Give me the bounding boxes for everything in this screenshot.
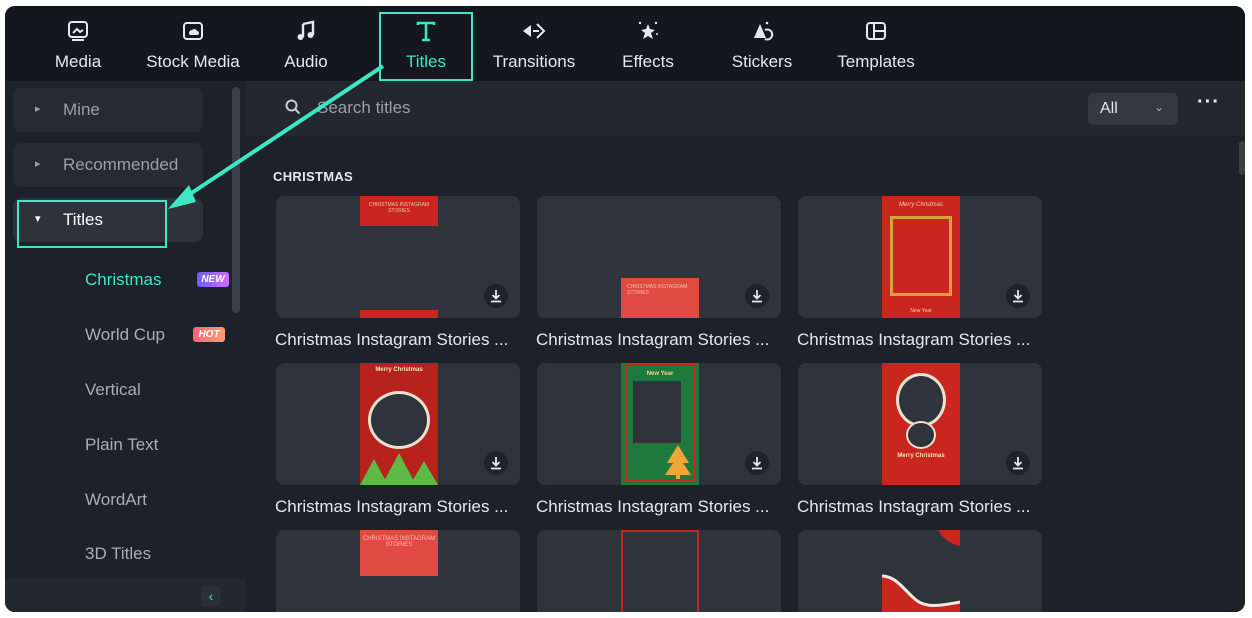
search-icon (285, 99, 301, 120)
tab-effects[interactable]: Effects (617, 6, 679, 81)
download-icon[interactable] (1006, 451, 1030, 475)
sidebar-scrollbar[interactable] (232, 87, 240, 313)
card-title: Christmas Instagram Stories ... (275, 330, 509, 349)
title-card[interactable] (798, 530, 1042, 612)
title-card[interactable]: Merry Christmas (798, 363, 1042, 485)
thumbnail-text: CHRISTMAS INSTAGRAM STORIES (627, 284, 688, 296)
section-title: CHRISTMAS (273, 169, 353, 184)
sidebar-group-label: Mine (63, 100, 100, 119)
sidebar-item-plain-text[interactable]: Plain Text (85, 435, 158, 455)
top-toolbar: Media Stock Media Audio Titles Transitio… (5, 6, 1245, 81)
sidebar-group-label: Recommended (63, 155, 179, 174)
sidebar-item-world-cup[interactable]: World Cup (85, 325, 165, 345)
title-card[interactable]: Merry Christmas New Year (798, 196, 1042, 318)
thumbnail-circle-frame (906, 421, 936, 449)
tab-media-label: Media (54, 52, 102, 71)
category-sidebar: ▸ Mine ▸ Recommended ▾ Titles Christmas … (5, 81, 245, 612)
thumbnail-graphic: New Year (621, 363, 699, 485)
title-card[interactable]: Merry Christmas (276, 363, 520, 485)
thumbnail-circle-frame (896, 373, 946, 427)
card-title: Christmas Instagram Stories ... (536, 330, 770, 349)
filter-dropdown[interactable]: All ⌄ (1088, 93, 1178, 125)
tab-stickers[interactable]: Stickers (729, 6, 795, 81)
templates-icon (833, 18, 919, 44)
thumbnail-graphic: Merry Christmas New Year (882, 196, 960, 318)
title-card[interactable]: CHRISTMAS INSTAGRAM STORIES (276, 530, 520, 612)
thumbnail-graphic: Merry Christmas (882, 363, 960, 485)
tab-stock-media-label: Stock Media (146, 52, 240, 71)
tab-audio-label: Audio (284, 52, 328, 71)
thumbnail-graphic: CHRISTMAS INSTAGRAM STORIES (621, 278, 699, 318)
card-title: Christmas Instagram Stories ... (536, 497, 770, 516)
app-window: Media Stock Media Audio Titles Transitio… (5, 6, 1245, 612)
content-scrollbar[interactable] (1239, 141, 1245, 175)
tree-icon (360, 453, 438, 485)
tab-transitions-label: Transitions (492, 52, 576, 71)
tab-audio[interactable]: Audio (279, 6, 333, 81)
titles-browser: All ⌄ ··· CHRISTMAS CHRISTMAS INSTAGRAM … (245, 81, 1245, 612)
sidebar-item-wordart[interactable]: WordArt (85, 490, 147, 510)
tab-transitions[interactable]: Transitions (489, 6, 579, 81)
tab-stock-media[interactable]: Stock Media (141, 6, 245, 81)
tab-titles[interactable]: Titles (379, 6, 473, 81)
stickers-icon (729, 18, 795, 44)
music-note-icon (279, 18, 333, 44)
tab-templates[interactable]: Templates (833, 6, 919, 81)
effects-star-icon (617, 18, 679, 44)
collapse-sidebar-button[interactable]: ‹ (201, 586, 221, 606)
download-icon[interactable] (484, 451, 508, 475)
card-title: Christmas Instagram Stories ... (275, 497, 509, 516)
media-icon (53, 18, 103, 44)
tab-templates-label: Templates (837, 52, 915, 71)
thumbnail-graphic (360, 310, 438, 318)
title-card[interactable]: CHRISTMAS INSTAGRAM STORIES (537, 196, 781, 318)
search-bar: All ⌄ ··· (245, 81, 1245, 136)
hot-badge: HOT (193, 327, 225, 342)
caret-right-icon: ▸ (35, 158, 41, 170)
new-badge: NEW (197, 272, 229, 287)
download-icon[interactable] (745, 451, 769, 475)
filter-value: All (1100, 100, 1118, 117)
sidebar-item-3d-titles[interactable]: 3D Titles (85, 544, 151, 564)
sidebar-group-recommended[interactable]: ▸ Recommended (13, 143, 203, 187)
sidebar-group-mine[interactable]: ▸ Mine (13, 88, 203, 132)
sidebar-item-vertical[interactable]: Vertical (85, 380, 141, 400)
titles-highlight-box (17, 200, 167, 248)
thumbnail-text: Merry Christmas (375, 367, 423, 373)
thumbnail-circle-frame (368, 391, 430, 449)
card-title: Christmas Instagram Stories ... (797, 497, 1031, 516)
card-title: Christmas Instagram Stories ... (797, 330, 1031, 349)
thumbnail-text: CHRISTMAS INSTAGRAM STORIES (362, 536, 436, 548)
thumbnail-graphic: CHRISTMAS INSTAGRAM STORIES (360, 196, 438, 226)
search-input[interactable] (317, 95, 917, 121)
tab-titles-label: Titles (406, 52, 446, 71)
title-card[interactable]: New Year (537, 363, 781, 485)
download-icon[interactable] (745, 284, 769, 308)
thumbnail-text: Merry Christmas (898, 202, 943, 208)
sidebar-item-christmas[interactable]: Christmas (85, 270, 162, 290)
download-icon[interactable] (484, 284, 508, 308)
tree-icon (665, 445, 691, 479)
thumbnail-graphic: Merry Christmas (360, 363, 438, 485)
more-options-icon[interactable]: ··· (1197, 91, 1220, 114)
thumbnail-photo-slot (633, 381, 681, 443)
thumbnail-graphic: CHRISTMAS INSTAGRAM STORIES (360, 530, 438, 576)
thumbnail-text: New Year (910, 308, 932, 314)
title-card[interactable] (537, 530, 781, 612)
transitions-icon (489, 18, 579, 44)
tab-media[interactable]: Media (53, 6, 103, 81)
thumbnail-graphic (882, 530, 960, 612)
caret-right-icon: ▸ (35, 103, 41, 115)
title-card[interactable]: CHRISTMAS INSTAGRAM STORIES (276, 196, 520, 318)
thumbnail-frame (621, 530, 699, 612)
thumbnail-frame (890, 216, 952, 296)
tab-stickers-label: Stickers (731, 52, 793, 71)
chevron-down-icon: ⌄ (1154, 100, 1165, 114)
thumbnail-text: Merry Christmas (897, 453, 945, 459)
stock-media-icon (141, 18, 245, 44)
tab-effects-label: Effects (622, 52, 674, 71)
text-t-icon (379, 18, 473, 44)
thumbnail-text: CHRISTMAS INSTAGRAM STORIES (368, 202, 430, 214)
download-icon[interactable] (1006, 284, 1030, 308)
